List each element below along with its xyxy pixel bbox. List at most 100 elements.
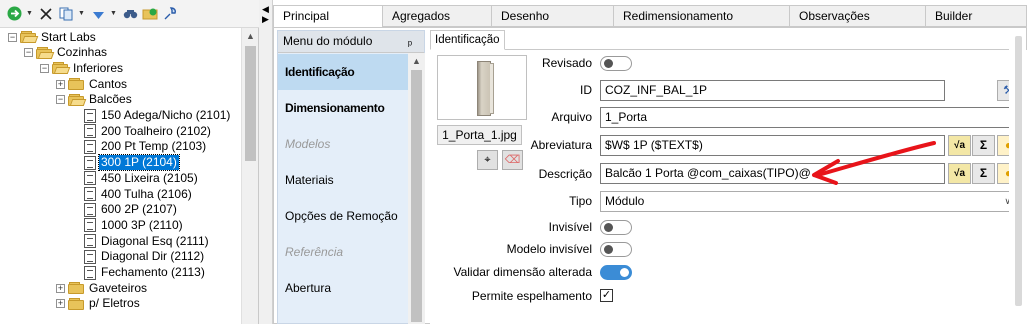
menu-item[interactable]: Dimensionamento	[278, 90, 408, 126]
expand-right-icon[interactable]: ▶	[262, 14, 269, 25]
modelo-invisivel-toggle[interactable]	[600, 242, 632, 257]
tree-node-label: 300 1P (2104)	[98, 154, 180, 172]
abreviatura-formula-button[interactable]: √a	[948, 135, 971, 156]
delete-icon[interactable]	[38, 6, 54, 22]
menu-item[interactable]: Identificação	[278, 54, 408, 90]
tree-node-label: Fechamento (2113)	[101, 265, 205, 279]
document-icon	[84, 202, 96, 217]
document-icon	[84, 155, 96, 170]
formula-icon: √a	[953, 168, 966, 179]
folder-sync-icon[interactable]	[142, 6, 158, 22]
tree-node[interactable]: Diagonal Esq (2111)	[72, 233, 211, 249]
scroll-up-icon[interactable]: ▲	[242, 28, 259, 45]
collapse-icon[interactable]: −	[8, 32, 17, 42]
tree-node[interactable]: Fechamento (2113)	[72, 265, 207, 281]
menu-item[interactable]: Modelos	[278, 126, 408, 162]
scroll-thumb[interactable]	[1015, 36, 1022, 306]
tree-node-label: p/ Eletros	[89, 296, 140, 311]
revisado-label: Revisado	[541, 56, 592, 70]
menu-header: Menu do módulo ᵖ	[278, 31, 424, 53]
arquivo-label: Arquivo	[551, 110, 592, 124]
tab-redimensionamento[interactable]: Redimensionamento	[613, 5, 790, 27]
chevron-down-icon[interactable]: ▼	[110, 10, 118, 17]
tipo-value: Módulo	[605, 194, 645, 208]
revisado-toggle[interactable]	[600, 56, 632, 71]
chevron-down-icon[interactable]: ▼	[26, 10, 34, 17]
tabs-bar: Principal Agregados Desenho Redimensionamen…	[273, 5, 1027, 28]
tree-node[interactable]: 150 Adega/Nicho (2101)	[72, 108, 232, 124]
espelhamento-checkbox[interactable]: ✓	[600, 289, 613, 302]
folder-icon	[68, 93, 87, 106]
panel-splitter[interactable]: ◀ ▶	[259, 0, 273, 324]
copy-icon[interactable]	[58, 6, 74, 22]
tab-principal[interactable]: Principal	[273, 5, 383, 28]
tipo-select[interactable]: Módulo ∨	[600, 191, 1017, 212]
tree-node[interactable]: − Start Labs	[8, 29, 98, 45]
search-icon[interactable]	[122, 6, 138, 22]
document-icon	[84, 218, 96, 233]
folder-icon	[52, 62, 71, 75]
expand-icon[interactable]: +	[56, 299, 65, 309]
abreviatura-sigma-button[interactable]: Σ	[972, 135, 995, 156]
tree-node[interactable]: 400 Tulha (2106)	[72, 186, 194, 202]
tree-node[interactable]: 1000 3P (2110)	[72, 217, 185, 233]
tree-node[interactable]: 300 1P (2104)	[72, 154, 180, 172]
tree-node[interactable]: + Gaveteiros	[56, 280, 149, 296]
tipo-label: Tipo	[569, 194, 592, 208]
tree-node[interactable]: 450 Lixeira (2105)	[72, 170, 200, 186]
model-tool-icon[interactable]	[162, 6, 178, 22]
sigma-icon: Σ	[979, 138, 988, 152]
document-icon	[84, 124, 96, 139]
tree-node-label: 450 Lixeira (2105)	[101, 170, 198, 185]
tab-identificacao[interactable]: Identificação	[430, 30, 505, 50]
tab-desenho[interactable]: Desenho	[491, 5, 614, 27]
form-scrollbar[interactable]	[1009, 30, 1026, 324]
tab-builder[interactable]: Builder	[925, 5, 1027, 27]
tree-toolbar: ▼ ▼ ▼	[0, 0, 259, 28]
menu-item[interactable]: Referência	[278, 234, 408, 270]
descricao-sigma-button[interactable]: Σ	[972, 163, 995, 184]
arquivo-field[interactable]: 1_Porta	[600, 107, 1017, 128]
tab-agregados[interactable]: Agregados	[382, 5, 492, 27]
menu-item[interactable]: Abertura	[278, 270, 408, 306]
id-field[interactable]: COZ_INF_BAL_1P	[600, 80, 945, 101]
tree-node[interactable]: 600 2P (2107)	[72, 202, 179, 218]
tree-node-label: 200 Pt Temp (2103)	[101, 139, 207, 154]
collapse-icon[interactable]: −	[56, 95, 65, 105]
menu-header-title: Menu do módulo	[283, 34, 373, 48]
validar-toggle[interactable]	[600, 265, 632, 280]
expand-icon[interactable]: +	[56, 79, 65, 89]
tree-node-label: Cozinhas	[57, 45, 108, 60]
collapse-icon[interactable]: −	[24, 48, 33, 58]
sigma-icon: Σ	[979, 166, 988, 180]
tree-node[interactable]: − Balcões	[56, 92, 134, 108]
tree-node[interactable]: + p/ Eletros	[56, 296, 142, 312]
expand-icon[interactable]: +	[56, 283, 65, 293]
espelhamento-label: Permite espelhamento	[471, 289, 592, 303]
annotation-arrow	[812, 141, 936, 185]
chevron-down-icon[interactable]: ▼	[78, 10, 86, 17]
invisivel-toggle[interactable]	[600, 220, 632, 235]
tree-node[interactable]: Diagonal Dir (2112)	[72, 249, 206, 265]
menu-item[interactable]: Opções de Remoção	[278, 198, 408, 234]
tree-node-label: 200 Toalheiro (2102)	[101, 123, 211, 138]
tab-observaes[interactable]: Observações	[789, 5, 926, 27]
tree-node-label: 400 Tulha (2106)	[101, 186, 192, 201]
scroll-thumb[interactable]	[245, 46, 256, 161]
descricao-formula-button[interactable]: √a	[948, 163, 971, 184]
tree-node-label: Inferiores	[73, 60, 124, 75]
tree-node[interactable]: − Inferiores	[40, 60, 125, 76]
tree-node[interactable]: 200 Pt Temp (2103)	[72, 139, 208, 155]
document-icon	[84, 108, 96, 123]
tree-node[interactable]: 200 Toalheiro (2102)	[72, 123, 213, 139]
tree-node[interactable]: − Cozinhas	[24, 45, 109, 61]
tree-node-label: Start Labs	[41, 29, 96, 44]
move-icon[interactable]	[90, 6, 106, 22]
menu-item[interactable]: Materiais	[278, 162, 408, 198]
refresh-icon[interactable]	[6, 6, 22, 22]
tree-node[interactable]: + Cantos	[56, 76, 129, 92]
collapse-icon[interactable]: −	[40, 63, 49, 73]
document-icon	[84, 187, 96, 201]
tree-scrollbar[interactable]: ▲	[241, 28, 258, 324]
tree-node-label: Gaveteiros	[89, 280, 148, 295]
